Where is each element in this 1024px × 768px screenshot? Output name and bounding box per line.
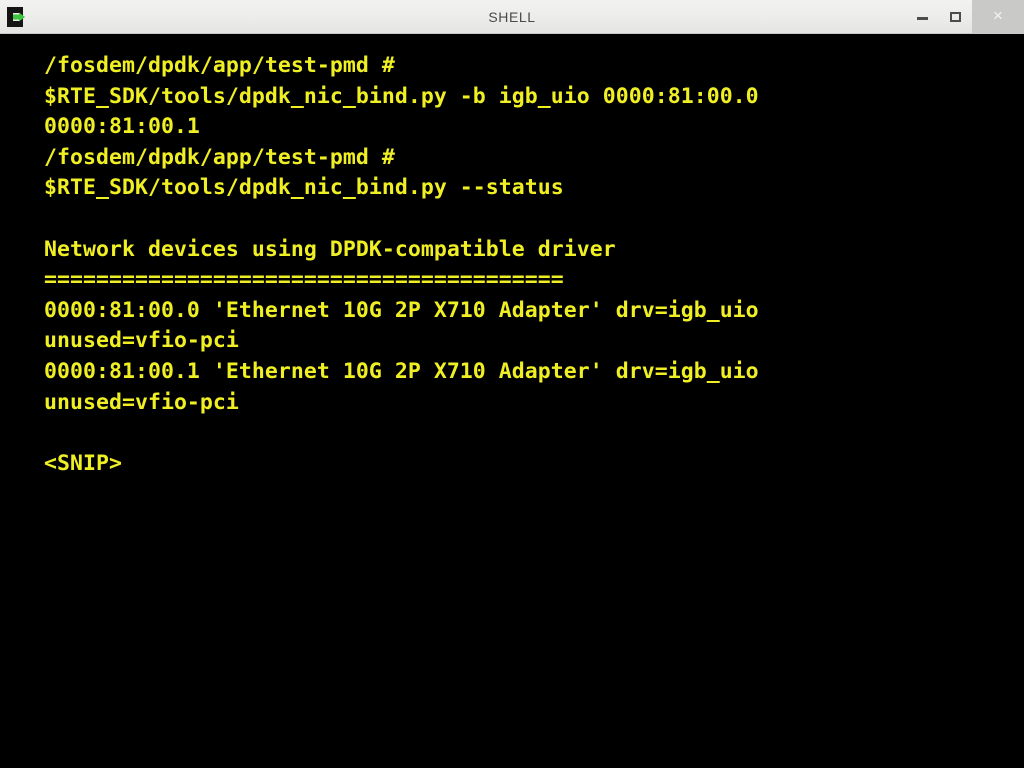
- terminal-body[interactable]: /fosdem/dpdk/app/test-pmd # $RTE_SDK/tool…: [0, 34, 1024, 768]
- minimize-icon: [917, 17, 928, 20]
- terminal-line: <SNIP>: [44, 450, 122, 476]
- terminal-line: unused=vfio-pci: [44, 389, 239, 415]
- shell-window: SHELL × /fosdem/dpdk/app/test-pmd # $RTE_…: [0, 0, 1024, 768]
- terminal-line: /fosdem/dpdk/app/test-pmd #: [44, 53, 395, 78]
- minimize-button[interactable]: [906, 0, 939, 33]
- terminal-output: /fosdem/dpdk/app/test-pmd # $RTE_SDK/tool…: [44, 51, 1024, 479]
- maximize-button[interactable]: [939, 0, 972, 33]
- terminal-line: unused=vfio-pci: [44, 328, 239, 354]
- window-title: SHELL: [488, 8, 536, 25]
- window-controls: ×: [906, 0, 1024, 33]
- terminal-line: 0000:81:00.1 'Ethernet 10G 2P X710 Adapt…: [44, 358, 759, 384]
- terminal-icon: [7, 6, 25, 27]
- terminal-line: $RTE_SDK/tools/dpdk_nic_bind.py --status: [44, 175, 564, 201]
- terminal-line: 0000:81:00.0 'Ethernet 10G 2P X710 Adapt…: [44, 297, 759, 323]
- terminal-line: /fosdem/dpdk/app/test-pmd #: [44, 144, 395, 170]
- window-titlebar[interactable]: SHELL ×: [0, 0, 1024, 34]
- terminal-line: 0000:81:00.1: [44, 114, 200, 140]
- terminal-line: $RTE_SDK/tools/dpdk_nic_bind.py -b igb_u…: [44, 83, 759, 109]
- terminal-line: Network devices using DPDK-compatible dr…: [44, 236, 616, 262]
- terminal-line: ========================================: [44, 267, 564, 293]
- close-icon: ×: [993, 6, 1003, 25]
- maximize-icon: [950, 11, 961, 22]
- close-button[interactable]: ×: [972, 0, 1024, 33]
